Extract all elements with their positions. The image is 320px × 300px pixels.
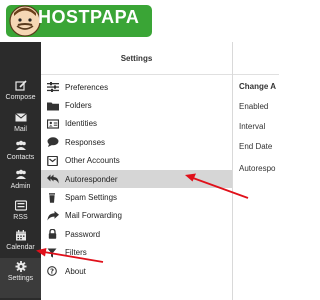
logo-bar: HOSTPAPA xyxy=(0,0,279,42)
reply-all-icon xyxy=(47,174,59,184)
settings-item-label: Spam Settings xyxy=(65,193,118,203)
settings-menu: Preferences Folders Identities Responses xyxy=(41,75,232,280)
settings-item-other-accounts[interactable]: Other Accounts xyxy=(41,152,232,170)
settings-item-password[interactable]: Password xyxy=(41,225,232,243)
settings-item-responses[interactable]: Responses xyxy=(41,133,232,151)
field-interval-label: Interval xyxy=(239,122,266,131)
mail-icon xyxy=(14,113,27,122)
id-card-icon xyxy=(47,119,59,129)
nav-compose-label: Compose xyxy=(5,94,36,101)
chat-icon xyxy=(47,137,59,148)
settings-item-label: Responses xyxy=(65,137,106,147)
admin-icon xyxy=(15,169,26,179)
logo-text: HOSTPAPA xyxy=(38,7,140,27)
calendar-icon xyxy=(15,230,26,241)
nav-mail-label: Mail xyxy=(14,126,27,133)
contacts-icon xyxy=(15,140,26,150)
main-sidebar: Compose Mail Contacts Admin RSS Calendar… xyxy=(0,42,41,300)
nav-admin-label: Admin xyxy=(10,183,31,190)
settings-item-spam-settings[interactable]: Spam Settings xyxy=(41,188,232,206)
trash-icon xyxy=(49,192,55,203)
folder-icon xyxy=(47,102,59,111)
nav-calendar-label: Calendar xyxy=(6,244,35,251)
settings-item-mail-forwarding[interactable]: Mail Forwarding xyxy=(41,207,232,225)
settings-item-label: Password xyxy=(65,229,101,239)
field-enabled-label: Enabled xyxy=(239,102,269,111)
autoresponder-title: Change A xyxy=(239,82,277,91)
settings-item-label: Mail Forwarding xyxy=(65,211,122,221)
nav-settings-label: Settings xyxy=(7,275,34,282)
filter-icon xyxy=(47,248,57,258)
settings-title: Settings xyxy=(41,42,232,75)
nav-rss-label: RSS xyxy=(13,214,28,221)
svg-text:?: ? xyxy=(50,268,54,276)
nav-settings[interactable]: Settings xyxy=(0,258,41,298)
envelope-square-icon xyxy=(47,155,58,166)
settings-item-label: Other Accounts xyxy=(65,156,120,166)
settings-item-autoresponder[interactable]: Autoresponder xyxy=(41,169,232,189)
forward-icon xyxy=(47,210,59,221)
sliders-icon xyxy=(47,82,59,93)
lock-icon xyxy=(48,229,57,240)
settings-item-about[interactable]: ? About xyxy=(41,262,232,280)
settings-item-label: About xyxy=(65,266,86,276)
content-header xyxy=(233,42,279,75)
settings-item-label: Autoresponder xyxy=(65,174,118,184)
settings-item-folders[interactable]: Folders xyxy=(41,96,232,114)
nav-compose[interactable]: Compose xyxy=(0,80,41,116)
settings-item-filters[interactable]: Filters xyxy=(41,244,232,262)
settings-item-label: Filters xyxy=(65,248,87,258)
settings-panel: Settings Preferences Folders Identities xyxy=(41,42,233,300)
field-end-date-label: End Date xyxy=(239,142,273,151)
field-autoresponse-label: Autorespo xyxy=(239,164,276,173)
settings-item-identities[interactable]: Identities xyxy=(41,115,232,133)
compose-icon xyxy=(14,80,27,91)
rss-icon xyxy=(14,200,27,211)
question-circle-icon: ? xyxy=(47,266,57,276)
settings-item-label: Folders xyxy=(65,101,92,111)
settings-item-label: Preferences xyxy=(65,82,109,92)
gear-icon xyxy=(15,261,26,272)
autoresponder-panel: Change A Enabled Interval End Date Autor… xyxy=(233,42,279,300)
settings-item-label: Identities xyxy=(65,119,98,129)
nav-contacts-label: Contacts xyxy=(6,154,35,161)
settings-item-preferences[interactable]: Preferences xyxy=(41,78,232,96)
